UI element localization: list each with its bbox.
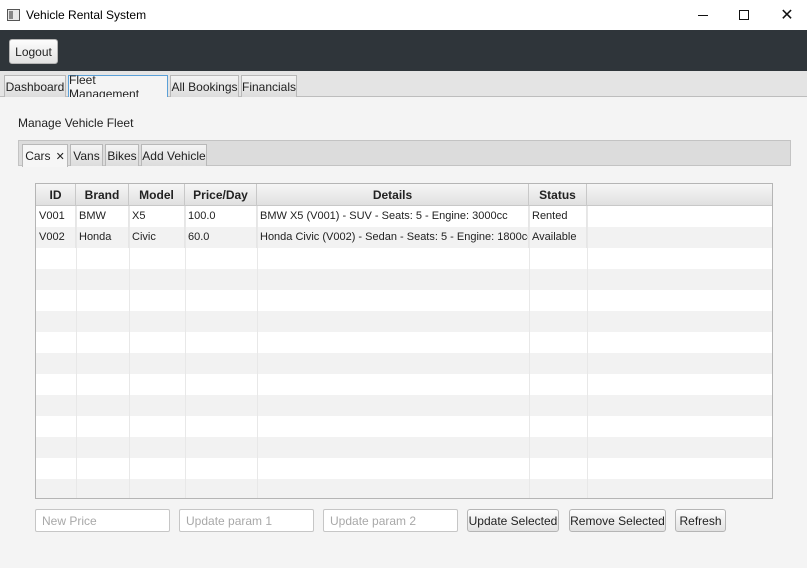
empty-row xyxy=(36,332,772,353)
empty-row xyxy=(36,395,772,416)
column-header-price-day[interactable]: Price/Day xyxy=(185,184,257,206)
cell-details: Honda Civic (V002) - Sedan - Seats: 5 - … xyxy=(257,227,529,248)
subtab-vans[interactable]: Vans xyxy=(70,144,103,166)
cell-details: BMW X5 (V001) - SUV - Seats: 5 - Engine:… xyxy=(257,206,529,227)
column-divider xyxy=(185,206,186,498)
update-selected-button[interactable]: Update Selected xyxy=(467,509,559,532)
new-price-field[interactable] xyxy=(35,509,170,532)
cell-status: Rented xyxy=(529,206,587,227)
column-header-model[interactable]: Model xyxy=(129,184,185,206)
empty-row xyxy=(36,416,772,437)
main-tab-bar: Dashboard Fleet Management All Bookings … xyxy=(0,71,807,101)
empty-row xyxy=(36,458,772,479)
cell-price: 100.0 xyxy=(185,206,257,227)
tab-all-bookings[interactable]: All Bookings xyxy=(170,75,239,97)
window-title: Vehicle Rental System xyxy=(26,8,147,22)
section-heading: Manage Vehicle Fleet xyxy=(18,116,134,130)
cell-brand: BMW xyxy=(76,206,129,227)
empty-row xyxy=(36,353,772,374)
fleet-management-panel: Manage Vehicle Fleet Cars ✕ Vans Bikes A… xyxy=(0,97,807,568)
column-divider xyxy=(529,206,530,498)
maximize-icon[interactable] xyxy=(721,0,767,30)
logout-button[interactable]: Logout xyxy=(9,39,58,64)
column-header-brand[interactable]: Brand xyxy=(76,184,129,206)
empty-row xyxy=(36,437,772,458)
subtab-cars[interactable]: Cars ✕ xyxy=(22,144,68,167)
cell-price: 60.0 xyxy=(185,227,257,248)
subtab-bikes[interactable]: Bikes xyxy=(105,144,139,166)
window-titlebar: Vehicle Rental System ✕ xyxy=(0,0,807,30)
vehicle-table[interactable]: ID Brand Model Price/Day Details Status … xyxy=(35,183,773,499)
empty-row xyxy=(36,290,772,311)
tab-financials[interactable]: Financials xyxy=(241,75,297,97)
vehicle-type-tab-bar: Cars ✕ Vans Bikes Add Vehicle xyxy=(18,140,791,167)
top-toolbar: Logout xyxy=(0,30,807,71)
table-row[interactable]: V001 BMW X5 100.0 BMW X5 (V001) - SUV - … xyxy=(36,206,772,227)
column-header-filler xyxy=(587,184,772,206)
tab-fleet-management[interactable]: Fleet Management xyxy=(68,73,168,101)
subtab-cars-label: Cars xyxy=(25,149,51,163)
refresh-button[interactable]: Refresh xyxy=(675,509,726,532)
update-param-1-field[interactable] xyxy=(179,509,314,532)
column-header-status[interactable]: Status xyxy=(529,184,587,206)
cell-model: Civic xyxy=(129,227,185,248)
column-header-details[interactable]: Details xyxy=(257,184,529,206)
subtab-add-vehicle[interactable]: Add Vehicle xyxy=(141,144,207,166)
table-row[interactable]: V002 Honda Civic 60.0 Honda Civic (V002)… xyxy=(36,227,772,248)
app-icon xyxy=(7,9,20,21)
update-param-2-field[interactable] xyxy=(323,509,458,532)
empty-row xyxy=(36,374,772,395)
tab-dashboard[interactable]: Dashboard xyxy=(4,75,66,97)
cell-id: V001 xyxy=(36,206,76,227)
empty-row xyxy=(36,248,772,269)
column-divider xyxy=(129,206,130,498)
minimize-icon[interactable] xyxy=(680,0,726,30)
column-divider xyxy=(587,206,588,498)
remove-selected-button[interactable]: Remove Selected xyxy=(569,509,666,532)
empty-row xyxy=(36,269,772,290)
cell-id: V002 xyxy=(36,227,76,248)
cell-model: X5 xyxy=(129,206,185,227)
empty-row xyxy=(36,479,772,498)
column-divider xyxy=(76,206,77,498)
column-divider xyxy=(257,206,258,498)
column-header-id[interactable]: ID xyxy=(36,184,76,206)
cell-status: Available xyxy=(529,227,587,248)
empty-row xyxy=(36,311,772,332)
close-tab-icon[interactable]: ✕ xyxy=(56,150,65,163)
close-icon[interactable]: ✕ xyxy=(764,0,807,30)
cell-brand: Honda xyxy=(76,227,129,248)
